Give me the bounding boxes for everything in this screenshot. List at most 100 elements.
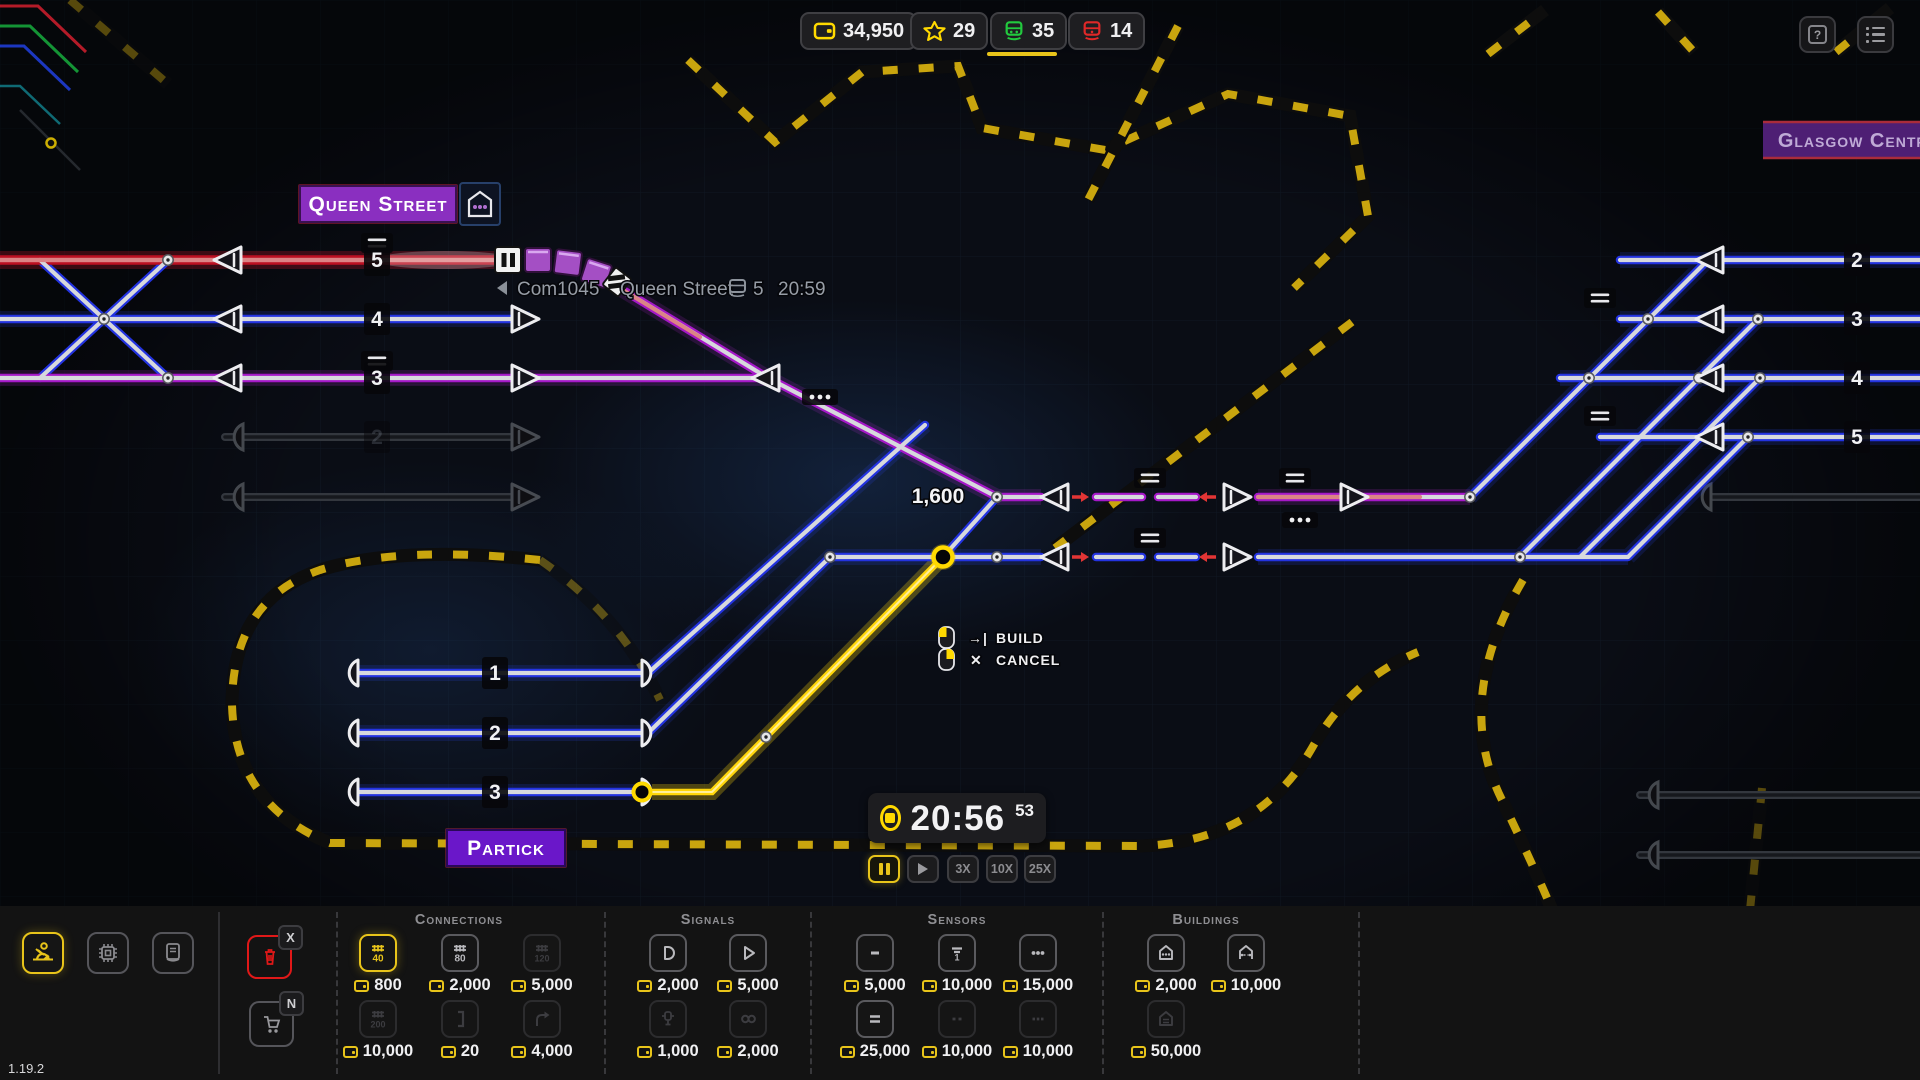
speed-10x-button[interactable]: 10X (986, 855, 1018, 883)
routing-badge (802, 389, 838, 405)
platform-number: 5 (1851, 426, 1863, 449)
running-trains-counter[interactable]: 35 (990, 12, 1067, 50)
wallet-icon (429, 980, 444, 992)
help-icon: ? (1808, 25, 1827, 44)
section-title-sensors: Sensors (928, 912, 987, 928)
platform-number: 3 (1851, 308, 1863, 331)
platform-number: 2 (489, 722, 501, 745)
speed-3x-button[interactable]: 3X (947, 855, 979, 883)
svg-text:1: 1 (954, 953, 959, 963)
curve-icon (523, 1000, 561, 1038)
toolbar-divider (604, 912, 606, 1074)
svg-text:200: 200 (370, 1020, 385, 1030)
tool-track-200[interactable]: 200 10,000 (340, 1000, 416, 1061)
book-icon (160, 940, 186, 966)
money-counter[interactable]: 34,950 (800, 12, 917, 50)
tab-manual[interactable] (152, 932, 194, 974)
cancel-hint: CANCEL (996, 652, 1060, 668)
star-counter[interactable]: 29 (910, 12, 988, 50)
section-title-buildings: Buildings (1172, 912, 1239, 928)
tool-auto-signal[interactable]: 5,000 (710, 934, 786, 995)
wallet-icon (922, 980, 937, 992)
tool-track-40[interactable]: 40 800 (340, 934, 416, 995)
star-icon (923, 20, 946, 43)
speed-25x-button[interactable]: 25X (1024, 855, 1056, 883)
svg-text:80: 80 (454, 954, 466, 965)
waiting-trains-value: 14 (1110, 20, 1132, 43)
running-trains-value: 35 (1032, 20, 1054, 43)
train-red-icon (1081, 20, 1103, 42)
routing-sensor-icon (1019, 934, 1057, 972)
wallet-icon (717, 1046, 732, 1058)
build-glyph: →| (968, 630, 988, 646)
speed-play-button[interactable] (907, 855, 939, 883)
pause-icon (879, 863, 890, 875)
train-time: 20:59 (778, 279, 826, 300)
svg-text:120: 120 (534, 954, 549, 964)
tool-sensor[interactable]: 5,000 (837, 934, 913, 995)
platform-number: 3 (371, 367, 383, 390)
platform-number: 4 (371, 308, 383, 331)
track-120-icon: 120 (523, 934, 561, 972)
menu-list-icon (1866, 27, 1885, 43)
tool-depot[interactable]: 50,000 (1128, 1000, 1204, 1061)
wallet-icon (840, 1046, 855, 1058)
wallet-icon (1003, 1046, 1018, 1058)
tool-terminal[interactable]: 10,000 (1208, 934, 1284, 995)
build-hint: BUILD (996, 630, 1044, 646)
tool-platform-sensor[interactable]: 1 10,000 (919, 934, 995, 995)
wallet-icon (1135, 980, 1150, 992)
version-label: 1.19.2 (8, 1061, 44, 1076)
play-icon (918, 863, 928, 875)
train-id: Com1045 (517, 279, 599, 300)
routing-badge (1282, 512, 1318, 528)
star-value: 29 (953, 20, 975, 43)
toolbar-divider (1358, 912, 1360, 1074)
tool-brake-signal[interactable]: 1,000 (630, 1000, 706, 1061)
station-badge-glasgow-central[interactable]: Glasgow Central (1763, 122, 1920, 158)
tool-station-sensor[interactable]: 25,000 (837, 1000, 913, 1061)
chain-signal-icon (729, 1000, 767, 1038)
terminal-icon (1227, 934, 1265, 972)
tab-contracts[interactable] (87, 932, 129, 974)
tool-sensor-b[interactable]: 10,000 (919, 1000, 995, 1061)
tool-track-120[interactable]: 120 5,000 (504, 934, 580, 995)
tool-sensor-c[interactable]: 10,000 (1000, 1000, 1076, 1061)
menu-button[interactable] (1857, 16, 1894, 53)
construction-icon (30, 940, 56, 966)
station-badge-queen-street[interactable]: Queen Street (298, 183, 500, 225)
sensor-c-icon (1019, 1000, 1057, 1038)
waiting-trains-counter[interactable]: 14 (1068, 12, 1145, 50)
cancel-glyph: ✕ (970, 652, 983, 668)
build-toolbar: X N Connections 40 800 80 2,000 120 5,00… (0, 906, 1920, 1080)
station-badge-partick[interactable]: Partick (445, 828, 567, 868)
toolbar-divider (1102, 912, 1104, 1074)
selected-end-node[interactable] (634, 784, 651, 801)
map-node (47, 139, 56, 148)
station-name: Glasgow Central (1778, 130, 1920, 152)
clock-panel: 20:56 53 (868, 793, 1046, 843)
station-building-icon[interactable] (460, 183, 500, 225)
running-trains-underline (987, 52, 1057, 56)
tool-path-signal[interactable]: 2,000 (630, 934, 706, 995)
platform-number: 2 (1851, 249, 1863, 272)
auto-signal-icon (729, 934, 767, 972)
tool-buffer-stop[interactable]: 20 (422, 1000, 498, 1061)
tool-station[interactable]: 2,000 (1128, 934, 1204, 995)
tool-routing-sensor[interactable]: 15,000 (1000, 934, 1076, 995)
segment-length-label: 1,600 (912, 485, 965, 508)
left-mouse-icon (939, 627, 954, 648)
clock-record-icon (880, 805, 901, 831)
speed-pause-button[interactable] (868, 855, 900, 883)
wallet-icon (1211, 980, 1226, 992)
tab-construction[interactable] (22, 932, 64, 974)
tool-track-80[interactable]: 80 2,000 (422, 934, 498, 995)
tool-curve[interactable]: 4,000 (504, 1000, 580, 1061)
help-button[interactable]: ? (1799, 16, 1836, 53)
platform-number: 5 (371, 249, 383, 272)
toolbar-divider (810, 912, 812, 1074)
selected-junction-node[interactable] (930, 544, 956, 570)
tool-chain-signal[interactable]: 2,000 (710, 1000, 786, 1061)
platform-number: 2 (371, 426, 383, 449)
station-icon (1147, 934, 1185, 972)
